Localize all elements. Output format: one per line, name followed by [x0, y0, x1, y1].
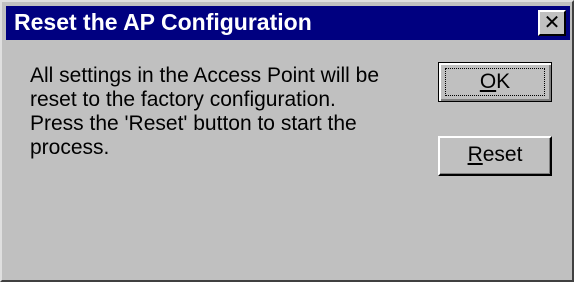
message-line: All settings in the Access Point will be [30, 64, 380, 87]
message-line: process. [30, 136, 110, 159]
reset-mnemonic: R [467, 143, 483, 166]
window-title: Reset the AP Configuration [14, 9, 312, 35]
close-button[interactable]: ✕ [538, 10, 566, 36]
reset-button[interactable]: Reset [438, 136, 552, 176]
ok-button-label: OK [445, 68, 545, 96]
message-line: reset to the factory configuration. [30, 88, 336, 111]
message-line: Press the 'Reset' button to start the [30, 112, 357, 135]
reset-label-rest: eset [482, 143, 523, 166]
reset-ap-dialog: Reset the AP Configuration ✕ All setting… [0, 0, 574, 282]
title-bar[interactable]: Reset the AP Configuration ✕ [6, 6, 570, 40]
message-text: All settings in the Access Point will be… [30, 64, 420, 160]
close-icon: ✕ [543, 10, 561, 34]
ok-button[interactable]: OK [438, 62, 552, 102]
ok-mnemonic: O [479, 70, 497, 93]
ok-label-rest: K [496, 70, 511, 93]
